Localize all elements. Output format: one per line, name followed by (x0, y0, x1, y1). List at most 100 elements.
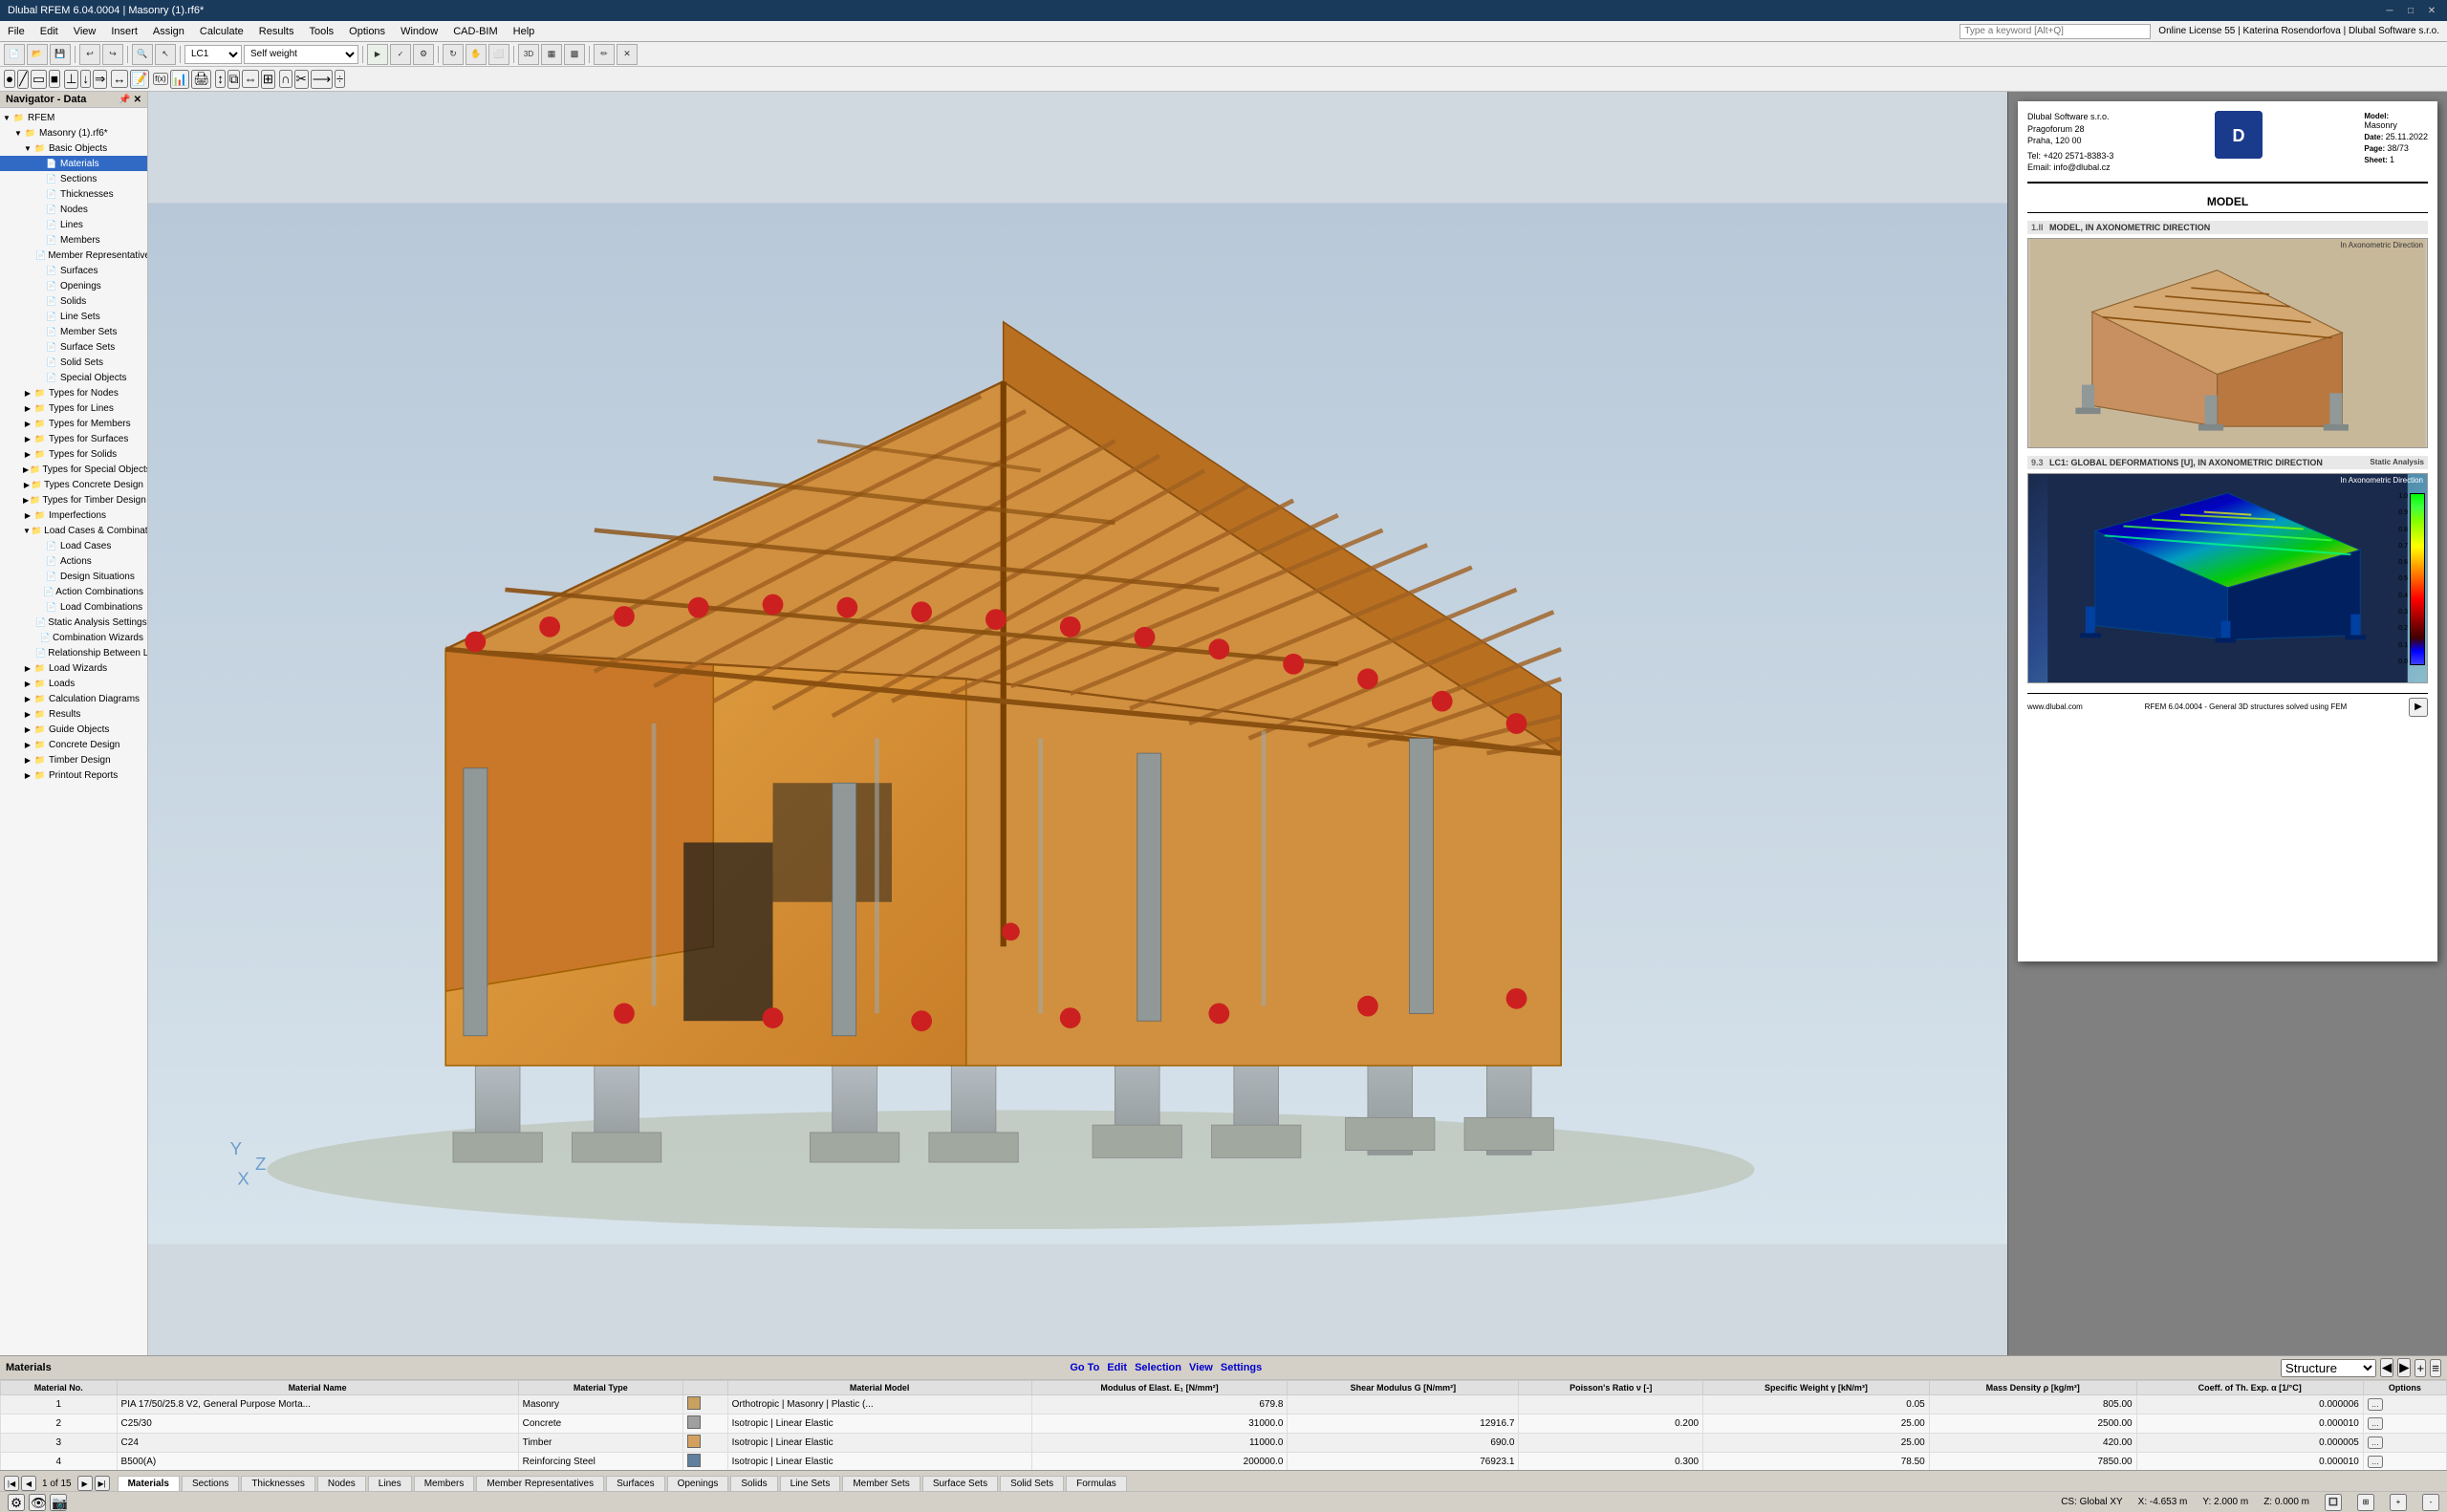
menu-file[interactable]: File (0, 24, 32, 39)
menu-results[interactable]: Results (251, 24, 302, 39)
print-btn[interactable]: 🖨 (191, 70, 211, 89)
tree-item-types-solids[interactable]: ▶ 📁 Types for Solids (0, 446, 147, 462)
tree-item-load-cases[interactable]: 📄 Load Cases (0, 538, 147, 553)
tree-item-design-situations[interactable]: 📄 Design Situations (0, 569, 147, 584)
tree-item-types-special[interactable]: ▶ 📁 Types for Special Objects (0, 462, 147, 477)
redo-btn[interactable]: ↪ (102, 44, 123, 65)
tree-item-relationship[interactable]: 📄 Relationship Between Load Cases (0, 645, 147, 660)
filter-icon-btn[interactable]: + (2415, 1359, 2426, 1377)
preview-expand-btn[interactable]: ▶ (2409, 698, 2428, 717)
menu-options[interactable]: Options (341, 24, 393, 39)
table-btn[interactable]: 📊 (170, 70, 190, 89)
snap-btn[interactable]: 🔲 (2325, 1494, 2342, 1511)
structure-combo[interactable]: Structure (2281, 1359, 2376, 1377)
expand-icon-model[interactable]: ▼ (13, 128, 23, 138)
table-row[interactable]: 4 B500(A) Reinforcing Steel Isotropic | … (1, 1453, 2447, 1471)
tree-item-rfem[interactable]: ▼ 📁 RFEM (0, 110, 147, 125)
trim-btn[interactable]: ✂ (294, 70, 309, 89)
surface-btn[interactable]: ▭ (31, 70, 47, 89)
tree-item-action-comb[interactable]: 📄 Action Combinations (0, 584, 147, 599)
tab-member-reps[interactable]: Member Representatives (476, 1476, 604, 1491)
tree-item-comb-wizards[interactable]: 📄 Combination Wizards (0, 630, 147, 645)
tree-item-sections[interactable]: 📄 Sections (0, 171, 147, 186)
dims-btn[interactable]: ↔ (111, 70, 127, 88)
tree-item-surfaces[interactable]: 📄 Surfaces (0, 263, 147, 278)
tree-item-load-comb[interactable]: 📄 Load Combinations (0, 599, 147, 615)
array-btn[interactable]: ⊞ (261, 70, 275, 89)
tab-solids[interactable]: Solids (730, 1476, 777, 1491)
row-options-btn[interactable]: … (2368, 1456, 2383, 1468)
first-page-btn[interactable]: |◀ (4, 1476, 19, 1491)
status-icon3[interactable]: 📷 (50, 1494, 67, 1511)
save-btn[interactable]: 💾 (50, 44, 71, 65)
view-action[interactable]: View (1189, 1362, 1213, 1373)
tab-surfaces[interactable]: Surfaces (606, 1476, 664, 1491)
intersect-btn[interactable]: ∩ (279, 70, 292, 88)
tree-item-member-reps[interactable]: 📄 Member Representatives (0, 248, 147, 263)
tree-item-nodes[interactable]: 📄 Nodes (0, 202, 147, 217)
check-btn[interactable]: ✓ (390, 44, 411, 65)
cell-options[interactable]: … (2363, 1453, 2446, 1471)
loadcase-name-combo[interactable]: Self weight (244, 45, 358, 64)
filter-btn1[interactable]: ◀ (2380, 1358, 2393, 1377)
tree-item-materials[interactable]: 📄 Materials (0, 156, 147, 171)
zoom-out-status-btn[interactable]: - (2422, 1494, 2439, 1511)
tab-member-sets[interactable]: Member Sets (842, 1476, 920, 1491)
expand-icon-basic[interactable]: ▼ (23, 143, 32, 153)
divide-btn[interactable]: ÷ (335, 70, 345, 88)
tab-line-sets[interactable]: Line Sets (780, 1476, 841, 1491)
tree-item-timber-design[interactable]: ▶ 📁 Timber Design (0, 752, 147, 767)
cell-options[interactable]: … (2363, 1415, 2446, 1434)
tree-item-results[interactable]: ▶ 📁 Results (0, 706, 147, 722)
next-page-btn[interactable]: ▶ (77, 1476, 93, 1491)
tree-item-printout-reports[interactable]: ▶ 📁 Printout Reports (0, 767, 147, 783)
edit-action[interactable]: Edit (1107, 1362, 1127, 1373)
settings-btn[interactable]: ⚙ (413, 44, 434, 65)
row-options-btn[interactable]: … (2368, 1436, 2383, 1449)
tab-openings[interactable]: Openings (667, 1476, 729, 1491)
render-btn[interactable]: ▩ (564, 44, 585, 65)
menu-cadbim[interactable]: CAD-BIM (445, 24, 505, 39)
status-icon2[interactable]: 👁 (29, 1494, 46, 1511)
rotate-btn[interactable]: ↻ (443, 44, 464, 65)
tree-item-types-nodes[interactable]: ▶ 📁 Types for Nodes (0, 385, 147, 400)
menu-help[interactable]: Help (506, 24, 543, 39)
table-row[interactable]: 1 PIA 17/50/25.8 V2, General Purpose Mor… (1, 1395, 2447, 1415)
window-controls[interactable]: ─ □ ✕ (2382, 3, 2439, 18)
tab-members[interactable]: Members (414, 1476, 475, 1491)
tree-item-openings[interactable]: 📄 Openings (0, 278, 147, 293)
tree-item-special-objects[interactable]: 📄 Special Objects (0, 370, 147, 385)
tree-item-line-sets[interactable]: 📄 Line Sets (0, 309, 147, 324)
tree-item-types-timber[interactable]: ▶ 📁 Types for Timber Design (0, 492, 147, 508)
delete-btn[interactable]: ✕ (617, 44, 638, 65)
wireframe-btn[interactable]: ▦ (541, 44, 562, 65)
maximize-btn[interactable]: □ (2403, 3, 2418, 18)
sort-btn[interactable]: ≡ (2430, 1359, 2441, 1377)
row-options-btn[interactable]: … (2368, 1417, 2383, 1430)
tree-item-model[interactable]: ▼ 📁 Masonry (1).rf6* (0, 125, 147, 140)
cell-options[interactable]: … (2363, 1434, 2446, 1453)
tree-item-solids[interactable]: 📄 Solids (0, 293, 147, 309)
view3d-btn[interactable]: 3D (518, 44, 539, 65)
tab-lines[interactable]: Lines (368, 1476, 412, 1491)
tree-item-members[interactable]: 📄 Members (0, 232, 147, 248)
copy-btn[interactable]: ⧉ (227, 70, 241, 89)
zoom-btn[interactable]: 🔍 (132, 44, 153, 65)
menu-insert[interactable]: Insert (103, 24, 145, 39)
loadcase-combo[interactable]: LC1 (184, 45, 242, 64)
nav-close-icon[interactable]: ✕ (134, 95, 141, 105)
close-btn[interactable]: ✕ (2424, 3, 2439, 18)
move-btn[interactable]: ↕ (215, 70, 226, 88)
tab-solid-sets[interactable]: Solid Sets (1000, 1476, 1064, 1491)
prev-page-btn[interactable]: ◀ (21, 1476, 36, 1491)
run-btn[interactable]: ▶ (367, 44, 388, 65)
tree-item-solid-sets[interactable]: 📄 Solid Sets (0, 355, 147, 370)
load-btn[interactable]: ↓ (80, 70, 91, 88)
force-btn[interactable]: ⇒ (93, 70, 107, 89)
status-icon1[interactable]: ⚙ (8, 1494, 25, 1511)
zoom-fit-btn[interactable]: ⬜ (488, 44, 509, 65)
tree-item-basic-objects[interactable]: ▼ 📁 Basic Objects (0, 140, 147, 156)
table-row[interactable]: 2 C25/30 Concrete Isotropic | Linear Ela… (1, 1415, 2447, 1434)
tree-item-actions[interactable]: 📄 Actions (0, 553, 147, 569)
selection-action[interactable]: Selection (1135, 1362, 1181, 1373)
